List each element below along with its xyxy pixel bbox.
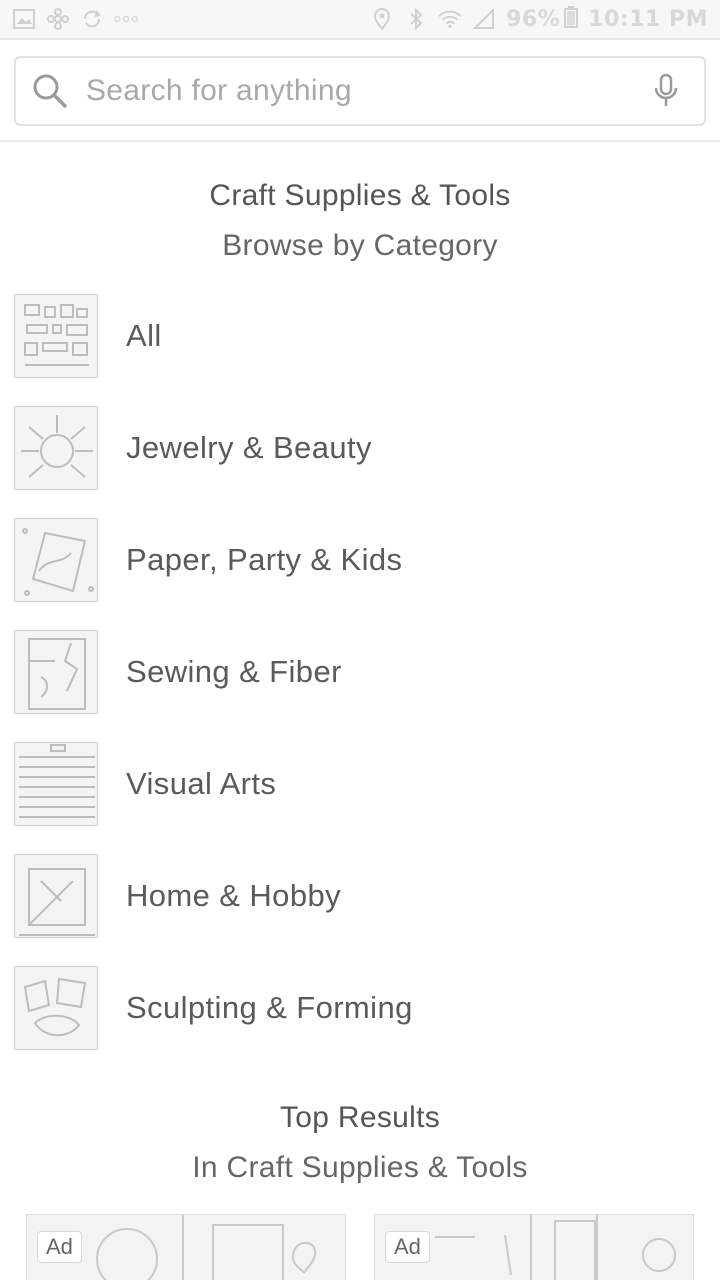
search-bar — [0, 40, 720, 142]
category-label: Sewing & Fiber — [126, 654, 342, 689]
category-thumbnail — [14, 518, 98, 602]
result-card[interactable]: Ad — [26, 1214, 346, 1280]
status-right-icons: 96% 10:11 PM — [370, 5, 708, 33]
category-thumbnail — [14, 966, 98, 1050]
category-thumbnail — [14, 294, 98, 378]
category-thumbnail — [14, 630, 98, 714]
status-bar: 96% 10:11 PM — [0, 0, 720, 40]
battery-icon — [564, 5, 579, 33]
bluetooth-icon — [404, 8, 428, 30]
category-thumbnail — [14, 406, 98, 490]
location-icon — [370, 8, 394, 30]
microphone-icon[interactable] — [646, 71, 686, 111]
category-list: All Jewelry & Beauty Paper, Party & Kids… — [0, 280, 720, 1064]
category-item-sewing-fiber[interactable]: Sewing & Fiber — [0, 616, 720, 728]
category-label: Sculpting & Forming — [126, 990, 413, 1025]
category-label: Paper, Party & Kids — [126, 542, 403, 577]
more-dots-icon — [114, 8, 138, 30]
category-item-jewelry-beauty[interactable]: Jewelry & Beauty — [0, 392, 720, 504]
category-label: Visual Arts — [126, 766, 277, 801]
result-card[interactable]: Ad — [374, 1214, 694, 1280]
top-results-title: Top Results — [279, 1101, 441, 1134]
category-item-all[interactable]: All — [0, 280, 720, 392]
category-item-sculpting-forming[interactable]: Sculpting & Forming — [0, 952, 720, 1064]
top-results-header: Top Results In Craft Supplies & Tools — [0, 1094, 720, 1194]
category-label: Home & Hobby — [126, 878, 342, 913]
top-results-subtitle: In Craft Supplies & Tools — [192, 1151, 528, 1184]
signal-icon — [472, 8, 496, 30]
status-left-icons — [12, 8, 138, 30]
category-label: Jewelry & Beauty — [126, 430, 372, 465]
category-header: Craft Supplies & Tools Browse by Categor… — [0, 172, 720, 272]
page-title: Craft Supplies & Tools — [209, 179, 511, 212]
page-subtitle: Browse by Category — [222, 229, 498, 262]
wifi-icon — [438, 8, 462, 30]
clock: 10:11 PM — [588, 6, 708, 32]
search-box[interactable] — [14, 56, 706, 126]
pinwheel-icon — [46, 8, 70, 30]
category-item-home-hobby[interactable]: Home & Hobby — [0, 840, 720, 952]
category-thumbnail — [14, 854, 98, 938]
category-label: All — [126, 318, 162, 353]
battery-percent: 96% — [506, 6, 561, 32]
battery-indicator: 96% — [506, 5, 579, 33]
sync-icon — [80, 8, 104, 30]
ad-badge: Ad — [385, 1231, 430, 1263]
top-results-row: Ad Ad — [0, 1214, 720, 1280]
category-item-paper-party-kids[interactable]: Paper, Party & Kids — [0, 504, 720, 616]
category-thumbnail — [14, 742, 98, 826]
gallery-icon — [12, 8, 36, 30]
search-input[interactable] — [70, 73, 646, 109]
category-item-visual-arts[interactable]: Visual Arts — [0, 728, 720, 840]
ad-badge: Ad — [37, 1231, 82, 1263]
search-icon — [30, 71, 70, 111]
